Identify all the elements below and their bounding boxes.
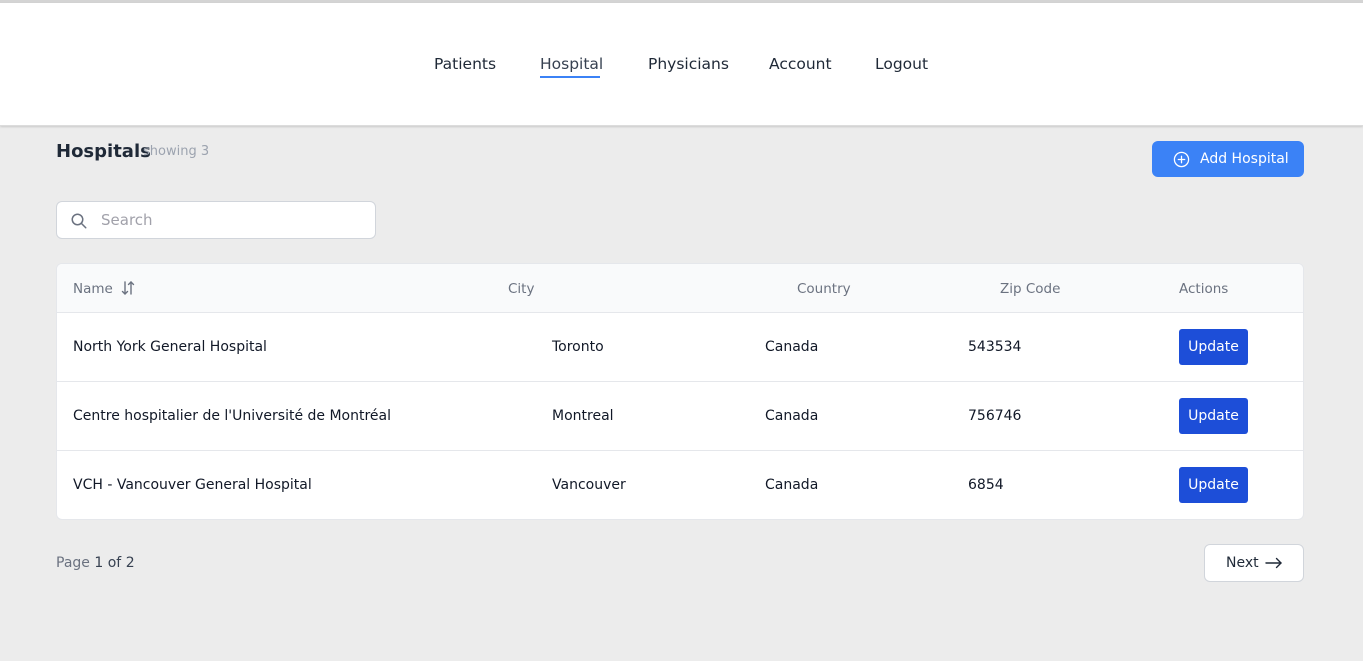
cell-zip-code: 756746: [968, 408, 1022, 424]
main-nav: Patients Hospital Physicians Account Log…: [0, 54, 1363, 78]
page-title: Hospitals: [56, 141, 151, 162]
search-input[interactable]: [101, 202, 371, 238]
update-button[interactable]: Update: [1179, 329, 1248, 365]
next-label: Next: [1226, 555, 1259, 571]
total-pages: 2: [125, 555, 135, 571]
nav-patients[interactable]: Patients: [434, 54, 496, 74]
nav-account[interactable]: Account: [769, 54, 832, 74]
nav-physicians[interactable]: Physicians: [648, 54, 729, 74]
next-page-button[interactable]: Next: [1204, 544, 1304, 582]
update-button[interactable]: Update: [1179, 398, 1248, 434]
cell-country: Canada: [765, 339, 819, 355]
cell-city: Toronto: [552, 339, 604, 355]
update-button[interactable]: Update: [1179, 467, 1248, 503]
cell-country: Canada: [765, 477, 819, 493]
search-box: [56, 201, 376, 239]
search-icon: [71, 213, 87, 229]
add-hospital-label: Add Hospital: [1200, 151, 1289, 167]
cell-zip-code: 6854: [968, 477, 1004, 493]
column-header-country: Country: [797, 281, 851, 297]
column-header-zip-code: Zip Code: [1000, 281, 1061, 297]
hospitals-table: Name City Country Zip Code Actions North…: [56, 263, 1304, 520]
plus-circle-icon: [1173, 151, 1190, 168]
cell-name: Centre hospitalier de l'Université de Mo…: [73, 408, 392, 424]
nav-logout[interactable]: Logout: [875, 54, 928, 74]
table-row: Centre hospitalier de l'Université de Mo…: [57, 382, 1303, 451]
cell-zip-code: 543534: [968, 339, 1022, 355]
column-header-actions: Actions: [1179, 281, 1229, 297]
add-hospital-button[interactable]: Add Hospital: [1152, 141, 1304, 177]
active-nav-underline: [540, 76, 600, 78]
top-header: Patients Hospital Physicians Account Log…: [0, 3, 1363, 126]
table-header: Name City Country Zip Code Actions: [57, 264, 1303, 313]
table-row: North York General Hospital Toronto Cana…: [57, 313, 1303, 382]
sort-icon[interactable]: [121, 280, 135, 296]
column-header-city: City: [508, 281, 535, 297]
showing-count: showing 3: [143, 144, 210, 159]
of-label: of: [107, 555, 122, 571]
table-row: VCH - Vancouver General Hospital Vancouv…: [57, 451, 1303, 519]
cell-name: VCH - Vancouver General Hospital: [73, 477, 312, 493]
current-page: 1: [94, 555, 104, 571]
cell-city: Montreal: [552, 408, 614, 424]
cell-city: Vancouver: [552, 477, 626, 493]
cell-name: North York General Hospital: [73, 339, 267, 355]
cell-country: Canada: [765, 408, 819, 424]
arrow-right-icon: [1265, 557, 1282, 569]
page-label: Page: [56, 555, 90, 571]
column-header-name[interactable]: Name: [73, 280, 113, 298]
pagination-status: Page 1 of 2: [56, 554, 135, 572]
nav-hospital[interactable]: Hospital: [540, 54, 603, 74]
